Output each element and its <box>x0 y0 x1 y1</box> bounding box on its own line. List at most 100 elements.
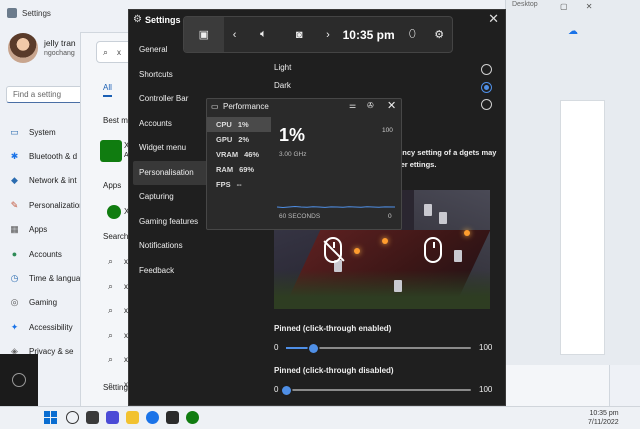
metric-name: VRAM <box>216 150 239 159</box>
performance-widget: ▭ Performance ⚌ ✇ ✕ CPU 1% GPU 2% VRAM 46% RAM… <box>206 98 402 230</box>
slider-thumb[interactable] <box>309 343 319 353</box>
pin-icon[interactable]: ✇ <box>367 101 374 110</box>
theme-radio-light[interactable] <box>481 64 492 75</box>
nav-icon: ▭ <box>10 126 19 137</box>
slider-disabled-min: 0 <box>274 385 279 394</box>
xbox-app-icon[interactable] <box>100 140 122 162</box>
xbox-icon[interactable] <box>107 205 121 219</box>
opacity-slider-disabled[interactable] <box>281 385 471 395</box>
nav-icon: ◆ <box>11 175 18 186</box>
apps-heading: Apps <box>103 181 122 190</box>
search-query: x <box>117 48 121 57</box>
find-setting-placeholder: Find a setting <box>13 90 62 99</box>
performance-title: Performance <box>223 102 269 111</box>
close-button[interactable]: ✕ <box>488 11 499 27</box>
widget-menu-icon[interactable]: ▣ <box>184 17 224 52</box>
search-icon: ⌕ <box>103 47 109 57</box>
search-icon: ⌕ <box>108 256 114 266</box>
nav-icon: ✱ <box>10 151 19 162</box>
cpu-frequency: 3.00 GHz <box>279 151 307 158</box>
metric-value: 1% <box>237 120 249 129</box>
search-icon: ⌕ <box>108 329 114 340</box>
volume-icon[interactable]: 🔈︎ <box>246 17 282 52</box>
metric-name: RAM <box>216 165 234 174</box>
capture-icon[interactable]: ◙ <box>281 17 317 52</box>
theme-radio-windows[interactable] <box>481 99 492 110</box>
settings-results-heading: Setting <box>103 383 128 392</box>
settings-nav-item[interactable]: Notifications <box>133 234 253 259</box>
transparency-description: arency setting of a dgets may offer etti… <box>391 148 497 169</box>
sidebar-item-label: Apps <box>29 225 48 235</box>
user-name: jelly tran <box>44 38 76 48</box>
game-bar: ▣ ‹ 🔈︎ ◙ › 10:35 pm ⬯ ⚙ <box>183 16 453 53</box>
options-icon[interactable]: ⚌ <box>349 101 356 110</box>
windows-start-icon[interactable] <box>44 411 57 424</box>
settings-nav-item[interactable]: Shortcuts <box>133 63 253 88</box>
clock: 10:35 pm <box>342 27 395 42</box>
sidebar-item-label: Accounts <box>29 249 62 259</box>
taskbar-clock[interactable]: 10:35 pm 7/11/2022 <box>588 409 619 427</box>
window-title: Settings <box>22 9 51 18</box>
settings-nav-item[interactable]: Feedback <box>133 259 253 284</box>
search-icon: ⌕ <box>108 280 114 291</box>
sidebar-item-label: Network & int <box>29 176 77 186</box>
monitor-icon: ▭ <box>211 102 219 111</box>
nav-icon: ✦ <box>10 321 19 332</box>
sidebar-item-label: Time & langua <box>29 274 81 284</box>
gear-icon[interactable]: ⚙ <box>426 17 452 52</box>
slider-thumb[interactable] <box>281 385 291 395</box>
close-icon[interactable]: ✕ <box>387 99 396 112</box>
metric-row[interactable]: CPU 1% <box>207 117 271 132</box>
user-email: ngochang <box>44 50 75 57</box>
metric-row[interactable]: VRAM 46% <box>207 147 271 162</box>
slider-enabled-min: 0 <box>274 343 279 352</box>
xbox-taskbar-icon[interactable] <box>186 411 199 424</box>
tab-all[interactable]: All <box>103 83 112 97</box>
graph-max-label: 100 <box>382 127 393 134</box>
chevron-left-icon[interactable]: ‹ <box>224 17 246 52</box>
cloud-icon[interactable]: ☁ <box>568 26 578 37</box>
metric-row[interactable]: GPU 2% <box>207 132 271 147</box>
metric-row[interactable]: FPS -- <box>207 177 271 192</box>
mouse-clickthrough-off-icon <box>324 237 342 263</box>
metric-name: FPS <box>216 180 231 189</box>
performance-header[interactable]: ▭ Performance ⚌ ✇ ✕ <box>207 99 403 115</box>
opacity-slider-enabled[interactable] <box>286 343 471 353</box>
sidebar-item-label: Gaming <box>29 298 58 308</box>
slider-disabled-label: Pinned (click-through disabled) <box>274 366 394 375</box>
taskbar-date: 7/11/2022 <box>588 419 619 426</box>
search-icon: ⌕ <box>108 305 114 315</box>
desktop-window-title: Desktop <box>512 1 538 8</box>
game-bar-settings-title: Settings <box>145 15 181 25</box>
store-icon[interactable] <box>166 411 179 424</box>
browser-icon[interactable] <box>146 411 159 424</box>
theme-option-dark[interactable]: Dark <box>274 81 291 90</box>
best-match-heading: Best m <box>103 116 128 125</box>
slider-enabled-max: 100 <box>479 343 493 352</box>
file-explorer-icon[interactable] <box>126 411 139 424</box>
chat-icon[interactable] <box>106 411 119 424</box>
sidebar-item-label: Bluetooth & d <box>29 152 78 162</box>
search-icon[interactable] <box>66 411 79 424</box>
metric-row[interactable]: RAM 69% <box>207 162 271 177</box>
theme-option-light[interactable]: Light <box>274 63 291 72</box>
graph-x-label: 60 SECONDS <box>279 213 321 220</box>
task-view-icon[interactable] <box>86 411 99 424</box>
nav-icon: ✎ <box>10 199 19 210</box>
window-controls[interactable]: ▢ ✕ <box>560 2 600 11</box>
settings-app-icon <box>7 8 17 18</box>
avatar[interactable] <box>8 33 38 63</box>
metric-list: CPU 1% GPU 2% VRAM 46% RAM 69% FPS -- <box>207 117 271 192</box>
user-circle-icon[interactable] <box>12 373 26 387</box>
chevron-right-icon[interactable]: › <box>317 17 339 52</box>
slider-disabled-max: 100 <box>479 385 493 394</box>
nav-icon: ● <box>11 249 18 260</box>
metric-value: 69% <box>239 165 255 174</box>
metric-value: 46% <box>244 150 260 159</box>
mouse-icon[interactable]: ⬯ <box>398 17 426 52</box>
sidebar-item-label: Accessibility <box>29 322 73 332</box>
searches-heading: Search <box>103 232 129 241</box>
theme-radio-dark[interactable] <box>481 82 492 93</box>
nav-icon: ▦ <box>10 224 19 235</box>
current-value: 1% <box>279 125 306 145</box>
